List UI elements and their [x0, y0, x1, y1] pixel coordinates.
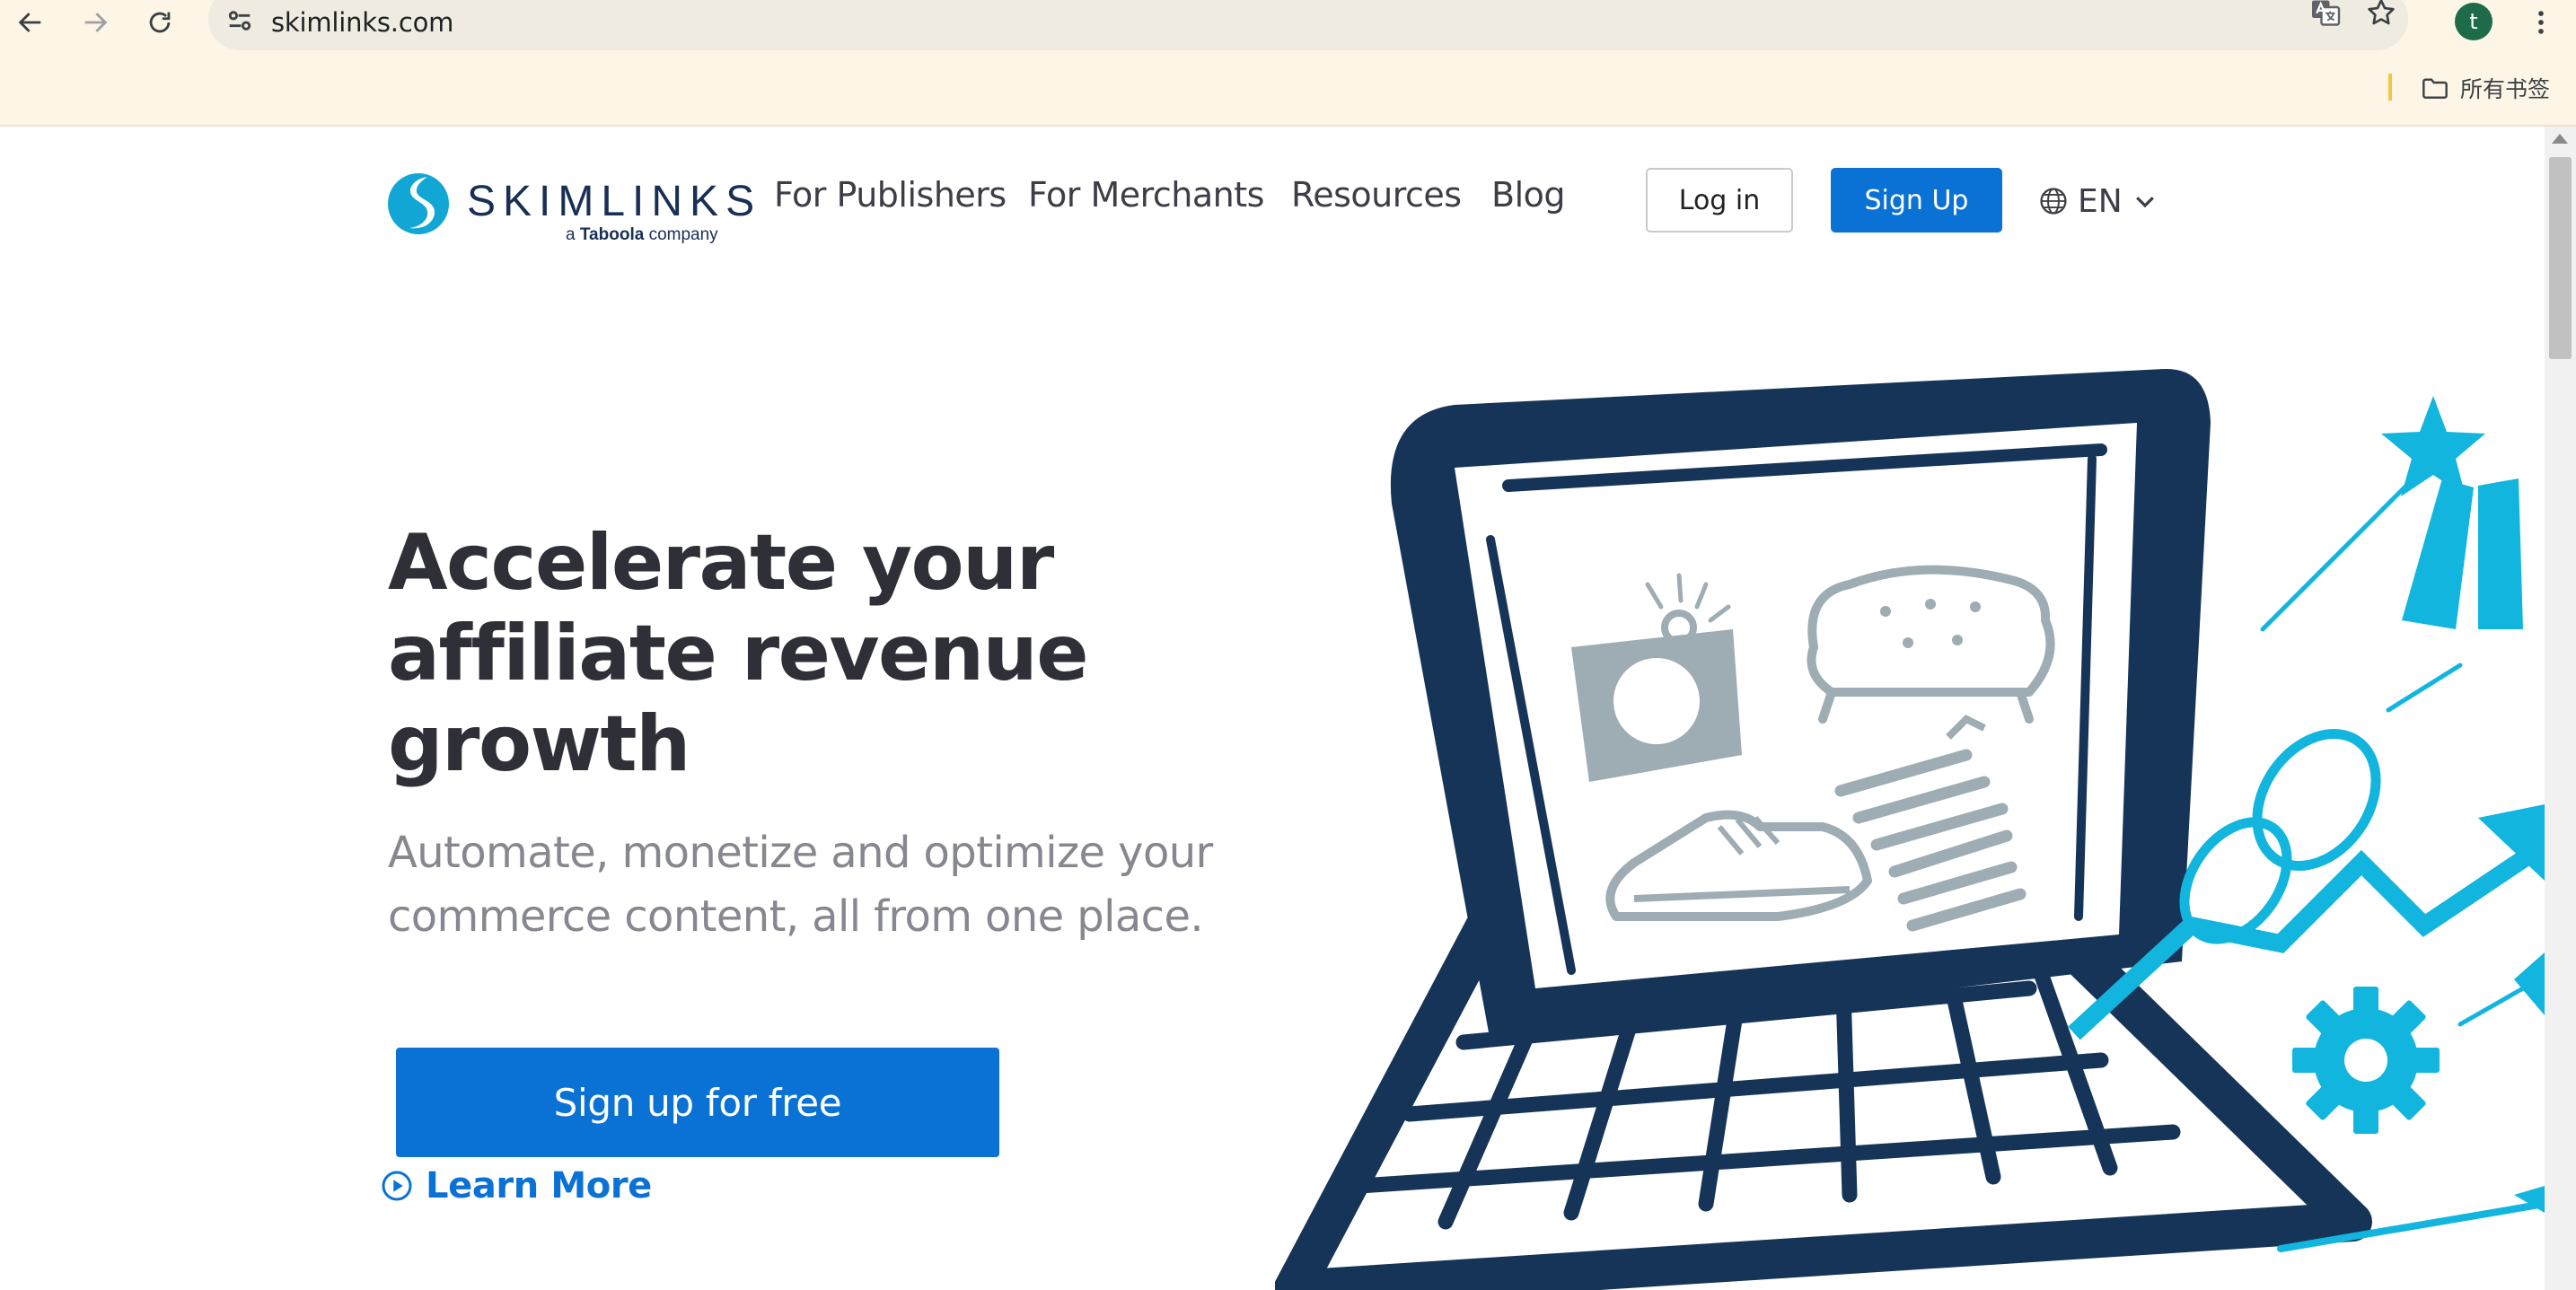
hero-laptop-illustration [1275, 368, 2545, 1290]
profile-avatar[interactable]: t [2455, 3, 2492, 40]
learn-more-label: Learn More [426, 1165, 652, 1207]
hero-subtitle-line: Automate, monetize and optimize your [388, 828, 1213, 878]
logo-wordmark: SKIMLINKS [467, 178, 762, 225]
logo-tagline-suffix: company [648, 225, 718, 244]
browser-toolbar: skimlinks.com t 所有书签 [0, 0, 2576, 127]
all-bookmarks-label: 所有书签 [2460, 76, 2551, 102]
profile-initial: t [2469, 9, 2478, 34]
nav-resources[interactable]: Resources [1291, 175, 1462, 215]
play-circle-icon [382, 1171, 412, 1201]
reload-button[interactable] [136, 2, 183, 43]
logo-tagline-prefix: a [566, 225, 576, 244]
address-bar[interactable]: skimlinks.com [208, 0, 2408, 50]
hero-subtitle: Automate, monetize and optimize your com… [388, 821, 1250, 949]
skimlinks-logo[interactable]: SKIMLINKS a Taboola company [388, 166, 754, 247]
laptop-screen-illustration [1390, 368, 2211, 1042]
page-scrollbar[interactable] [2545, 127, 2576, 1290]
scroll-up-arrow-icon[interactable] [2552, 134, 2568, 144]
nav-for-publishers[interactable]: For Publishers [774, 175, 1007, 215]
gear-icon [2292, 987, 2440, 1134]
hero-subtitle-line: commerce content, all from one place. [388, 891, 1204, 942]
forward-arrow-icon [84, 13, 108, 32]
nav-blog[interactable]: Blog [1491, 175, 1566, 215]
signup-free-button[interactable]: Sign up for free [396, 1048, 999, 1157]
hero-title-line: affiliate revenue [388, 609, 1089, 698]
all-bookmarks-button[interactable]: 所有书签 [2421, 72, 2550, 104]
skimlinks-logo-mark-icon [388, 173, 449, 234]
bookmark-star-button[interactable] [2361, 0, 2401, 32]
back-arrow-icon [18, 13, 41, 32]
login-button[interactable]: Log in [1646, 168, 1793, 233]
signup-button[interactable]: Sign Up [1831, 168, 2002, 233]
folder-icon [2422, 78, 2448, 99]
forward-button[interactable] [72, 2, 119, 43]
web-page: SKIMLINKS a Taboola company For Publishe… [0, 127, 2545, 1290]
globe-icon [2040, 188, 2067, 215]
browser-menu-button[interactable] [2523, 4, 2559, 41]
kebab-menu-icon [2538, 11, 2544, 34]
learn-more-link[interactable]: Learn More [381, 1159, 652, 1213]
language-label: EN [2078, 182, 2123, 220]
hero-title-line: growth [388, 699, 690, 789]
translate-icon [2312, 0, 2341, 26]
url-text[interactable]: skimlinks.com [271, 7, 453, 38]
translate-button[interactable] [2306, 0, 2345, 32]
chevron-down-icon [2135, 197, 2154, 208]
logo-tagline: a Taboola company [566, 225, 718, 245]
site-settings-icon[interactable] [224, 5, 255, 36]
back-button[interactable] [7, 2, 54, 43]
hero-title-line: Accelerate your [388, 518, 1054, 608]
star-icon [2368, 0, 2395, 25]
language-selector[interactable]: EN [2038, 179, 2158, 224]
logo-tagline-brand: Taboola [579, 225, 645, 244]
bookmarks-separator [2388, 74, 2392, 101]
hero-title: Accelerate your affiliate revenue growth [388, 518, 1106, 790]
reload-icon [149, 12, 171, 33]
scrollbar-thumb[interactable] [2549, 157, 2572, 359]
nav-for-merchants[interactable]: For Merchants [1028, 175, 1264, 215]
